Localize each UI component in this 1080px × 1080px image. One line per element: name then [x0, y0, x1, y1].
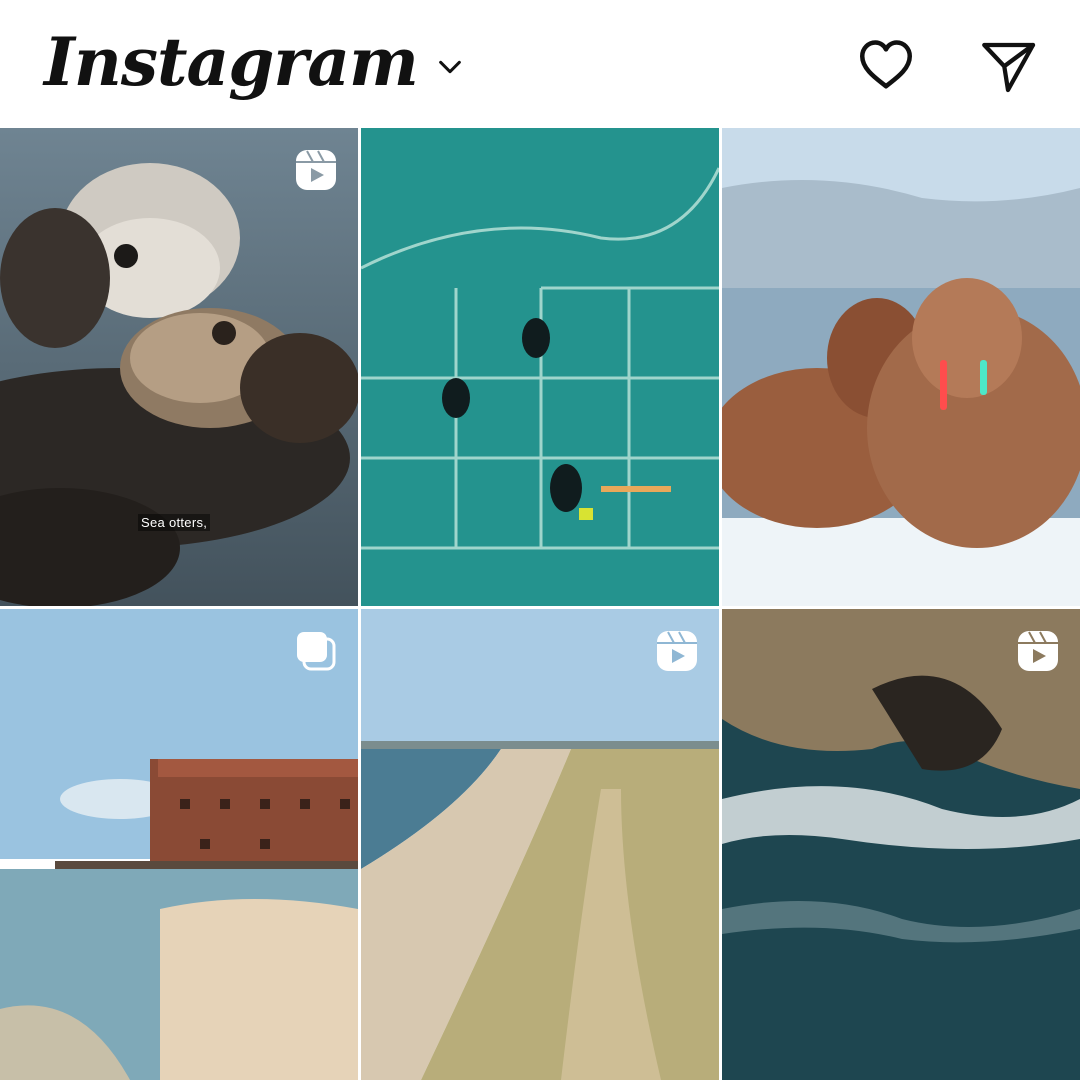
sea-otters-image	[0, 128, 358, 606]
explore-grid: Sea otters,	[0, 128, 1080, 1080]
reels-icon	[657, 631, 697, 671]
app-logo-text: Instagram	[44, 23, 419, 101]
heart-icon[interactable]	[856, 35, 916, 95]
grid-tile-rocky-coast[interactable]	[722, 609, 1080, 1080]
grid-tile-sea-otters[interactable]: Sea otters,	[0, 128, 358, 606]
grid-tile-walruses[interactable]	[722, 128, 1080, 606]
reels-icon	[296, 150, 336, 190]
grid-tile-divers[interactable]	[361, 128, 719, 606]
grid-tile-fort[interactable]	[0, 609, 358, 1080]
video-caption: Sea otters,	[138, 514, 211, 531]
top-bar: Instagram	[0, 0, 1080, 128]
beach-dunes-image	[361, 609, 719, 1080]
rocky-coast-image	[722, 609, 1080, 1080]
grid-tile-beach[interactable]	[361, 609, 719, 1080]
divers-underwater-image	[361, 128, 719, 606]
walruses-image	[722, 128, 1080, 606]
chevron-down-icon	[438, 60, 461, 74]
carousel-icon	[297, 632, 336, 671]
account-switcher[interactable]: Instagram	[44, 14, 464, 110]
reels-icon	[1018, 631, 1058, 671]
fort-by-sea-image	[0, 609, 358, 1080]
direct-message-icon[interactable]	[978, 35, 1038, 95]
